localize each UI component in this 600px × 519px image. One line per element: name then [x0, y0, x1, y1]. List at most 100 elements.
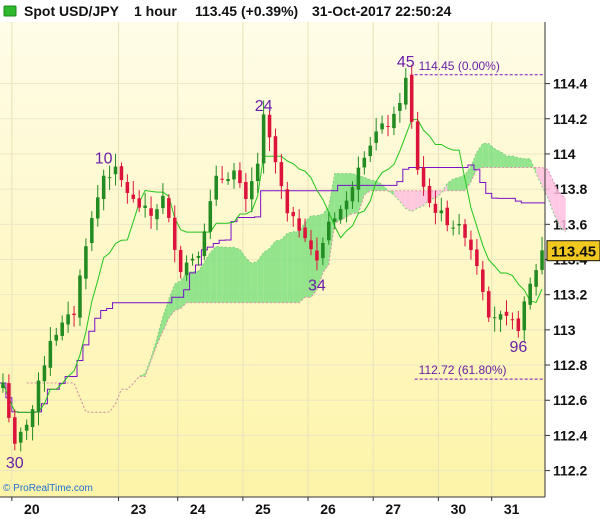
- candle-body: [60, 322, 64, 336]
- cloud-segment: [506, 155, 513, 168]
- candle-body: [327, 221, 331, 241]
- candle-body: [297, 218, 301, 231]
- candle-body: [196, 255, 201, 258]
- candle-body: [522, 301, 527, 331]
- wave-label: 45: [397, 54, 415, 71]
- candle-body: [332, 218, 337, 222]
- candle-body: [528, 283, 532, 305]
- candle-body: [463, 224, 467, 238]
- y-tick-label: 112.4: [553, 427, 587, 443]
- cloud-segment: [174, 280, 181, 311]
- y-tick-label: 112.8: [553, 357, 587, 373]
- wave-label: 30: [6, 455, 24, 472]
- candle-body: [415, 121, 420, 170]
- candle-body: [143, 205, 147, 208]
- candle-body: [344, 200, 349, 210]
- candle-body: [451, 227, 455, 229]
- candle-body: [131, 194, 136, 199]
- candle-body: [285, 189, 290, 214]
- candle-body: [255, 163, 260, 182]
- y-tick-label: 113: [553, 322, 576, 338]
- candle-body: [309, 240, 313, 250]
- copyright-notice[interactable]: © ProRealTime.com: [3, 483, 93, 494]
- candle-body: [244, 181, 248, 199]
- candle-body: [101, 175, 106, 200]
- cloud-segment: [192, 271, 199, 303]
- candle-body: [303, 227, 307, 239]
- candle-body: [36, 380, 41, 412]
- y-tick-label: 112.2: [553, 463, 587, 479]
- candle-body: [90, 218, 94, 244]
- cloud-segment: [263, 248, 270, 303]
- candle-body: [113, 166, 118, 175]
- instrument-name: Spot USD/JPY: [24, 3, 119, 19]
- cloud-segment: [287, 231, 294, 303]
- candle-body: [279, 162, 284, 187]
- candle-body: [220, 178, 224, 180]
- candle-body: [409, 74, 414, 122]
- candle-body: [481, 269, 485, 292]
- price-chart[interactable]: 112.2112.4112.6112.8113113.2113.4113.611…: [0, 0, 600, 519]
- cloud-segment: [251, 260, 258, 303]
- candle-body: [492, 317, 497, 319]
- candle-body: [504, 311, 509, 316]
- cloud-segment: [559, 193, 566, 233]
- candle-body: [119, 166, 124, 181]
- x-tick-label: 25: [255, 501, 271, 517]
- timeframe-label: 1 hour: [134, 3, 177, 19]
- candle-body: [368, 145, 373, 157]
- candle-body: [374, 131, 378, 143]
- x-tick-label: 27: [385, 501, 401, 517]
- candle-body: [516, 318, 521, 331]
- cloud-segment: [222, 247, 229, 303]
- candle-body: [7, 383, 11, 418]
- cloud-segment: [494, 148, 501, 168]
- candle-body: [84, 246, 88, 279]
- wave-label: 96: [509, 339, 527, 356]
- cloud-segment: [228, 247, 234, 303]
- candle-body: [534, 270, 538, 287]
- y-tick-label: 113.2: [553, 287, 587, 303]
- candle-body: [107, 177, 112, 179]
- x-tick-label: 26: [320, 501, 336, 517]
- wave-label: 24: [255, 98, 273, 115]
- cloud-segment: [245, 257, 252, 303]
- chart-panel-icon[interactable]: [3, 2, 17, 20]
- cloud-segment: [239, 249, 246, 303]
- candle-body: [469, 239, 473, 251]
- candle-body: [137, 198, 141, 208]
- candle-body: [178, 249, 183, 273]
- fib-level-label: 114.45 (0.00%): [419, 59, 500, 73]
- candle-body: [362, 157, 367, 168]
- candle-body: [161, 195, 165, 209]
- candle-body: [338, 208, 343, 220]
- candle-body: [439, 210, 444, 214]
- x-tick-label: 23: [131, 501, 147, 517]
- candle-body: [208, 201, 213, 232]
- candle-body: [475, 249, 479, 267]
- candle-body: [392, 113, 396, 129]
- cloud-segment: [216, 246, 223, 303]
- candle-body: [356, 167, 361, 190]
- candle-body: [445, 207, 450, 226]
- candle-body: [48, 340, 53, 368]
- cloud-segment: [275, 239, 282, 303]
- candle-body: [202, 231, 207, 257]
- cloud-segment: [210, 246, 217, 303]
- candle-body: [238, 170, 242, 184]
- x-tick-label: 20: [24, 501, 40, 517]
- candle-body: [540, 250, 544, 270]
- candle-body: [232, 170, 236, 180]
- candle-body: [321, 243, 325, 259]
- last-price: 113.45: [195, 3, 238, 19]
- x-tick-label: 31: [504, 501, 520, 517]
- y-tick-label: 114.4: [553, 76, 587, 92]
- current-price-label: 113.45: [551, 244, 596, 261]
- cloud-segment: [233, 247, 240, 303]
- candle-body: [190, 258, 195, 261]
- chart-window: 112.2112.4112.6112.8113113.2113.4113.611…: [0, 0, 600, 519]
- candle-body: [498, 314, 503, 320]
- candle-body: [214, 175, 218, 200]
- candle-body: [380, 123, 384, 130]
- candle-body: [78, 275, 82, 318]
